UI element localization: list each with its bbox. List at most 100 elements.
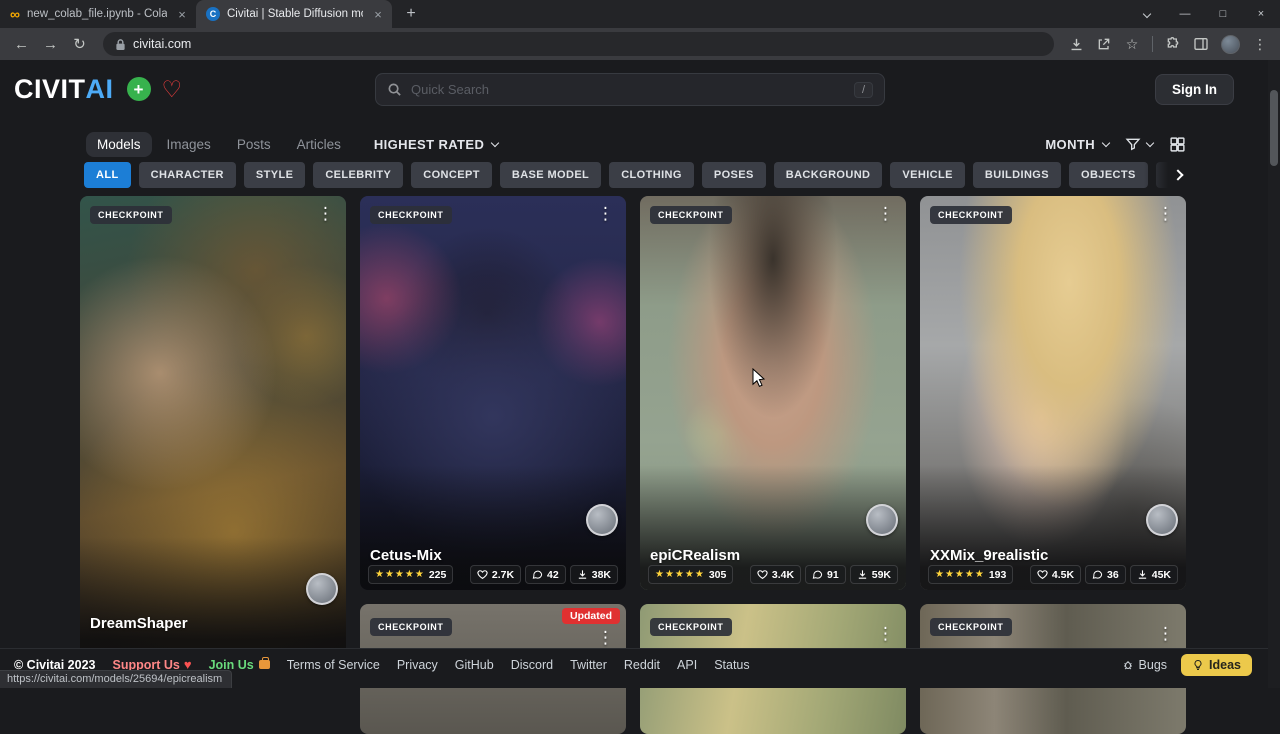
creator-avatar[interactable] [586, 504, 618, 536]
creator-avatar[interactable] [1146, 504, 1178, 536]
footer-right-group: Bugs Ideas [1122, 654, 1252, 676]
tab-search-button[interactable] [1128, 0, 1166, 28]
card-menu-icon[interactable]: ⋮ [1149, 202, 1182, 226]
browser-tab-civitai[interactable]: C Civitai | Stable Diffusion models, × [196, 0, 392, 28]
downloads-count: 59K [872, 569, 891, 581]
chip-all[interactable]: ALL [84, 162, 131, 188]
bookmark-star-icon[interactable]: ☆ [1120, 32, 1144, 56]
chip-poses[interactable]: POSES [702, 162, 766, 188]
browser-tab-colab[interactable]: ∞ new_colab_file.ipynb - Colaborat × [0, 0, 196, 28]
model-type-badge[interactable]: CHECKPOINT [930, 618, 1012, 636]
footer-link-github[interactable]: GitHub [455, 658, 494, 672]
model-card-cetus-mix[interactable]: CHECKPOINT ⋮ Cetus-Mix ★★★★★ 225 2.7K 42… [360, 196, 626, 590]
back-button[interactable]: ← [8, 31, 35, 58]
browser-profile-avatar[interactable] [1221, 35, 1240, 54]
model-title: DreamShaper [90, 615, 188, 632]
card-menu-icon[interactable]: ⋮ [1149, 622, 1182, 646]
likes-count: 3.4K [772, 569, 794, 581]
filter-dropdown[interactable] [1125, 136, 1153, 152]
model-type-badge[interactable]: CHECKPOINT [370, 206, 452, 224]
tab-close-icon[interactable]: × [174, 7, 190, 22]
card-menu-icon[interactable]: ⋮ [869, 202, 902, 226]
chip-background[interactable]: BACKGROUND [774, 162, 883, 188]
side-panel-icon[interactable] [1189, 32, 1213, 56]
window-minimize-button[interactable]: — [1166, 0, 1204, 28]
scrollbar-thumb[interactable] [1270, 90, 1278, 166]
new-tab-button[interactable]: + [398, 1, 424, 27]
card-menu-icon[interactable]: ⋮ [589, 202, 622, 226]
comments-count: 42 [547, 569, 559, 581]
chip-celebrity[interactable]: CELEBRITY [313, 162, 403, 188]
search-input[interactable] [411, 82, 845, 97]
status-url-bubble: https://civitai.com/models/25694/epicrea… [0, 670, 232, 688]
tab-images[interactable]: Images [156, 132, 222, 157]
footer-link-status[interactable]: Status [714, 658, 749, 672]
forward-button[interactable]: → [37, 31, 64, 58]
quick-search-bar[interactable]: / [375, 73, 885, 106]
support-heart-icon[interactable]: ♡ [162, 78, 183, 101]
extensions-puzzle-icon[interactable] [1161, 32, 1185, 56]
chevron-down-icon [1102, 138, 1110, 146]
card-menu-icon[interactable]: ⋮ [589, 626, 622, 650]
tab-posts[interactable]: Posts [226, 132, 282, 157]
likes-pill: 3.4K [750, 565, 801, 584]
page-scrollbar[interactable] [1268, 60, 1280, 688]
create-plus-button[interactable]: + [127, 77, 151, 101]
footer-link-api[interactable]: API [677, 658, 697, 672]
window-close-button[interactable]: × [1242, 0, 1280, 28]
model-type-badge[interactable]: CHECKPOINT [930, 206, 1012, 224]
ideas-button[interactable]: Ideas [1181, 654, 1252, 676]
chevron-down-icon [1146, 138, 1154, 146]
toolbar-divider [1152, 36, 1153, 52]
chip-character[interactable]: CHARACTER [139, 162, 236, 188]
address-bar[interactable]: civitai.com [103, 32, 1054, 56]
model-card-dreamshaper[interactable]: CHECKPOINT ⋮ DreamShaper [80, 196, 346, 662]
card-menu-icon[interactable]: ⋮ [309, 202, 342, 226]
footer-link-discord[interactable]: Discord [511, 658, 553, 672]
model-card-epicrealism[interactable]: CHECKPOINT ⋮ epiCRealism ★★★★★ 305 3.4K … [640, 196, 906, 590]
tab-models[interactable]: Models [86, 132, 152, 157]
chip-clothing[interactable]: CLOTHING [609, 162, 694, 188]
footer-link-privacy[interactable]: Privacy [397, 658, 438, 672]
content-nav-row: Models Images Posts Articles HIGHEST RAT… [86, 129, 1186, 159]
bugs-button[interactable]: Bugs [1122, 658, 1168, 672]
browser-menu-icon[interactable]: ⋮ [1248, 32, 1272, 56]
colab-favicon-icon: ∞ [10, 7, 20, 21]
creator-avatar[interactable] [306, 573, 338, 605]
footer-link-terms[interactable]: Terms of Service [287, 658, 380, 672]
sign-in-button[interactable]: Sign In [1155, 74, 1234, 105]
chip-objects[interactable]: OBJECTS [1069, 162, 1148, 188]
model-card-xxmix9realistic[interactable]: CHECKPOINT ⋮ XXMix_9realistic ★★★★★ 193 … [920, 196, 1186, 590]
tab-title: Civitai | Stable Diffusion models, [227, 8, 363, 20]
layout-grid-icon[interactable] [1169, 136, 1186, 153]
search-shortcut-key: / [854, 82, 873, 98]
model-type-badge[interactable]: CHECKPOINT [370, 618, 452, 636]
mouse-cursor [752, 368, 766, 393]
model-type-badge[interactable]: CHECKPOINT [650, 618, 732, 636]
logo-text-blue: AI [86, 74, 114, 105]
rating-pill: ★★★★★ 305 [648, 565, 733, 584]
download-page-icon[interactable] [1064, 32, 1088, 56]
footer-link-twitter[interactable]: Twitter [570, 658, 607, 672]
civitai-favicon-icon: C [206, 7, 220, 21]
tab-close-icon[interactable]: × [370, 7, 386, 22]
civitai-logo[interactable]: CIVITAI [14, 74, 114, 105]
card-menu-icon[interactable]: ⋮ [869, 622, 902, 646]
likes-count: 4.5K [1052, 569, 1074, 581]
chip-buildings[interactable]: BUILDINGS [973, 162, 1061, 188]
chip-vehicle[interactable]: VEHICLE [890, 162, 964, 188]
sort-dropdown[interactable]: HIGHEST RATED [374, 137, 498, 152]
chips-scroll-right-button[interactable] [1144, 162, 1188, 188]
creator-avatar[interactable] [866, 504, 898, 536]
period-dropdown[interactable]: MONTH [1045, 137, 1109, 152]
tab-articles[interactable]: Articles [286, 132, 352, 157]
chip-base-model[interactable]: BASE MODEL [500, 162, 601, 188]
window-maximize-button[interactable]: □ [1204, 0, 1242, 28]
model-type-badge[interactable]: CHECKPOINT [650, 206, 732, 224]
chip-concept[interactable]: CONCEPT [411, 162, 492, 188]
share-icon[interactable] [1092, 32, 1116, 56]
reload-button[interactable]: ↻ [66, 31, 93, 58]
chip-style[interactable]: STYLE [244, 162, 305, 188]
footer-link-reddit[interactable]: Reddit [624, 658, 660, 672]
model-type-badge[interactable]: CHECKPOINT [90, 206, 172, 224]
